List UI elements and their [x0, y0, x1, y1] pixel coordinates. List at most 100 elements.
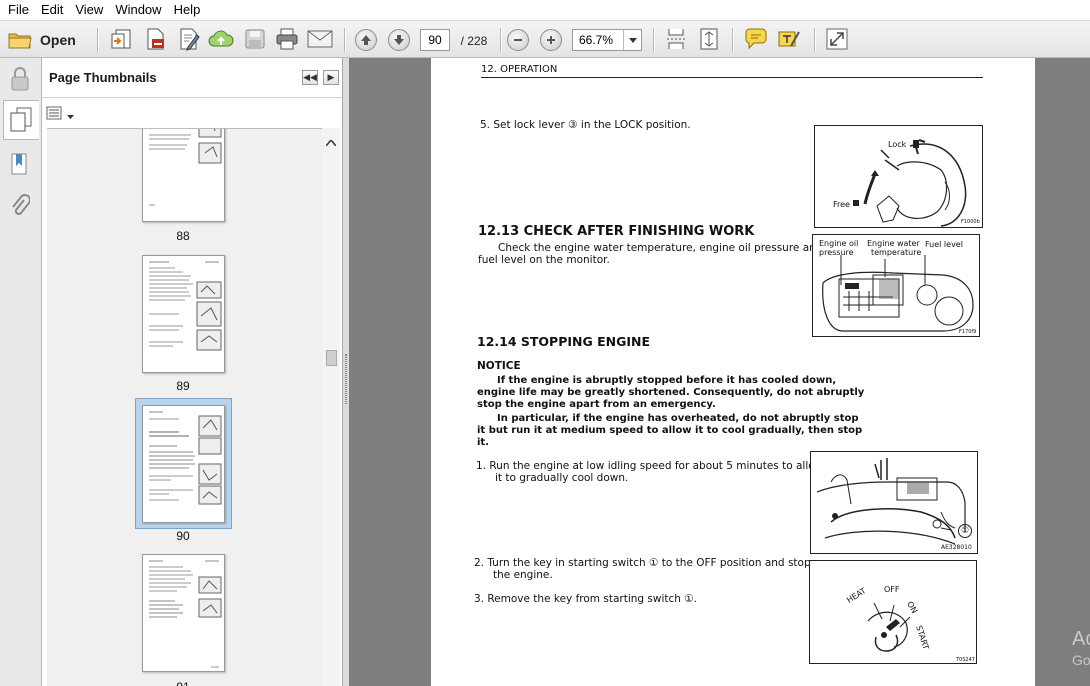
page-scroll-icon: [666, 28, 686, 53]
zoom-in-button[interactable]: [539, 27, 563, 53]
attachments-tab[interactable]: [6, 192, 34, 222]
page-header: 12. OPERATION: [481, 64, 558, 75]
fit-page-icon: [699, 28, 719, 53]
upload-button[interactable]: [208, 27, 234, 53]
document-viewport[interactable]: 12. OPERATION 5. Set lock lever ③ in the…: [349, 58, 1090, 686]
open-label: Open: [40, 32, 76, 48]
chevron-down-icon: [67, 107, 74, 122]
thumbnails-tab[interactable]: [3, 100, 39, 140]
paperclip-icon: [10, 193, 31, 221]
folder-icon: [8, 30, 32, 50]
previous-page-button[interactable]: [354, 27, 378, 53]
pdf-page: 12. OPERATION 5. Set lock lever ③ in the…: [431, 58, 1035, 686]
water-line-1: Engine water: [867, 239, 920, 248]
step-5-text: 5. Set lock lever ③ in the LOCK position…: [480, 119, 691, 131]
menu-file[interactable]: File: [2, 0, 35, 20]
export-button[interactable]: [142, 27, 168, 53]
expand-button[interactable]: [824, 27, 850, 53]
menu-window[interactable]: Window: [109, 0, 167, 20]
section-12-14-title: 12.14 STOPPING ENGINE: [477, 334, 651, 349]
open-button[interactable]: Open: [8, 27, 80, 53]
menu-bar: File Edit View Window Help: [0, 0, 1090, 20]
panel-title: Page Thumbnails: [49, 70, 157, 85]
thumbnail-options-button[interactable]: [46, 105, 76, 123]
arrow-down-icon: [388, 29, 410, 51]
highlight-button[interactable]: [776, 27, 802, 53]
oil-line-1: Engine oil: [819, 239, 859, 248]
printer-icon: [275, 28, 299, 53]
figure-label-oil-pressure: Engine oil pressure: [819, 239, 858, 257]
scroll-up-arrow-icon[interactable]: [325, 134, 337, 149]
notice-label: NOTICE: [477, 360, 521, 372]
zoom-select[interactable]: 66.7%: [572, 29, 642, 51]
bookmarks-tab[interactable]: [6, 150, 34, 180]
section-12-13-title: 12.13 CHECK AFTER FINISHING WORK: [478, 224, 755, 239]
notice-line: stop the engine apart from an emergency.: [477, 399, 716, 410]
key-position-off: OFF: [884, 585, 900, 594]
highlighter-icon: [777, 28, 801, 53]
zoom-value: 66.7%: [579, 33, 614, 47]
create-pdf-button[interactable]: [108, 27, 134, 53]
speech-bubble-icon: [744, 28, 768, 53]
figure-callout: ①: [958, 524, 972, 538]
scrollbar-thumb[interactable]: [326, 350, 337, 366]
email-button[interactable]: [307, 27, 333, 53]
pdf-export-icon: [143, 27, 167, 54]
fit-page-button[interactable]: [697, 27, 721, 53]
list-options-icon: [46, 106, 64, 123]
lock-icon[interactable]: [6, 64, 34, 94]
expand-arrows-icon: [826, 28, 848, 53]
comment-button[interactable]: [743, 27, 769, 53]
figure-label-lock: Lock: [888, 140, 907, 149]
thumbnail-page[interactable]: [142, 554, 225, 672]
page-number-input[interactable]: 90: [420, 29, 450, 51]
step-2-line-2: the engine.: [493, 569, 553, 581]
activation-watermark: Ac: [1072, 628, 1090, 650]
save-icon: [244, 28, 266, 53]
water-line-2: temperature: [871, 248, 922, 257]
monitor-figure: Engine oil pressure Engine water temperatu…: [812, 234, 980, 337]
menu-edit[interactable]: Edit: [35, 0, 69, 20]
figure-code: T0S247: [956, 657, 975, 663]
scrolling-mode-button[interactable]: [664, 27, 688, 53]
menu-view[interactable]: View: [69, 0, 109, 20]
save-button[interactable]: [242, 27, 268, 53]
step-1-line-1: 1. Run the engine at low idling speed fo…: [476, 460, 824, 472]
toolbar: Open 90 / 228 66.7%: [0, 20, 1090, 58]
next-page-button[interactable]: [387, 27, 411, 53]
lock-lever-figure: Lock Free F1000b: [814, 125, 983, 228]
step-3-text: 3. Remove the key from starting switch ①…: [474, 593, 698, 605]
plus-icon: [540, 29, 562, 51]
create-pdf-icon: [109, 27, 133, 54]
menu-help[interactable]: Help: [168, 0, 207, 20]
notice-line: it but run it at medium speed to allow i…: [477, 425, 863, 436]
print-button[interactable]: [274, 27, 300, 53]
figure-code: F1000b: [961, 219, 980, 225]
navigation-rail: [0, 58, 42, 686]
edit-icon: [177, 27, 201, 54]
thumbnail-page-current[interactable]: [142, 405, 225, 523]
notice-line: If the engine is abruptly stopped before…: [497, 375, 837, 386]
expand-panel-button[interactable]: ▶: [323, 70, 339, 85]
bookmark-icon: [10, 152, 30, 179]
section-12-13-line-2: fuel level on the monitor.: [478, 254, 610, 266]
chevron-right-icon: ▶: [327, 72, 335, 82]
figure-label-fuel-level: Fuel level: [925, 240, 963, 249]
thumbnail-list[interactable]: 88 89 90: [47, 128, 322, 686]
edit-button[interactable]: [176, 27, 202, 53]
thumbnail-scrollbar[interactable]: [322, 128, 340, 686]
double-chevron-left-icon: ◀◀: [303, 72, 317, 82]
notice-line: In particular, if the engine has overhea…: [497, 413, 859, 424]
acrobat-window: File Edit View Window Help Open 90 / 228…: [0, 0, 1090, 686]
thumbnail-page[interactable]: [142, 255, 225, 373]
minus-icon: [507, 29, 529, 51]
thumbnail-label: 91: [153, 680, 213, 686]
thumbnail-page[interactable]: [142, 129, 225, 222]
page-total: / 228: [460, 34, 488, 48]
collapse-panel-button[interactable]: ◀◀: [302, 70, 318, 85]
zoom-out-button[interactable]: [506, 27, 530, 53]
key-switch-figure: HEAT OFF ON START T0S247: [809, 560, 977, 664]
pages-icon: [10, 107, 32, 136]
panel-header: Page Thumbnails ◀◀ ▶: [42, 58, 342, 98]
thumbnails-panel: Page Thumbnails ◀◀ ▶ 88 89 90: [42, 58, 343, 686]
